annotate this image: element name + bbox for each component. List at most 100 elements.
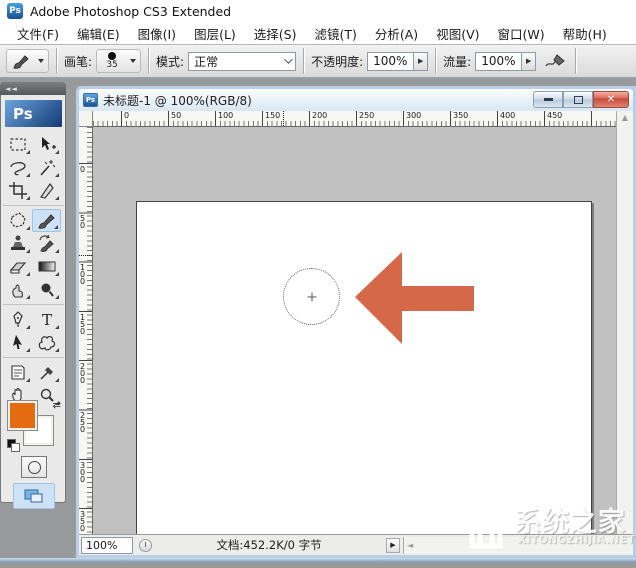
- horizontal-scrollbar[interactable]: ◄: [403, 537, 633, 554]
- brush-tool[interactable]: [32, 209, 61, 232]
- h-ruler-label: 150: [265, 112, 280, 120]
- h-ruler-label: 50: [171, 112, 181, 120]
- healing-brush-tool[interactable]: [3, 209, 32, 232]
- magic-wand-tool[interactable]: [32, 156, 61, 179]
- v-ruler-label: 150: [80, 314, 89, 335]
- menu-window[interactable]: 窗口(W): [489, 22, 554, 45]
- canvas[interactable]: [136, 201, 592, 545]
- blend-mode-select[interactable]: 正常: [188, 52, 296, 71]
- quick-mask-button[interactable]: [21, 456, 47, 478]
- app-icon: Ps: [7, 3, 23, 19]
- vertical-scrollbar[interactable]: ▲: [616, 111, 633, 534]
- status-options-button[interactable]: ▶: [386, 538, 400, 553]
- flow-input[interactable]: 100%: [475, 52, 521, 71]
- eraser-icon: [7, 257, 29, 276]
- panel-collapse-bar[interactable]: ◄◄: [0, 82, 66, 95]
- healing-patch-icon: [7, 211, 29, 230]
- brush-size-picker[interactable]: 35: [96, 49, 141, 73]
- restore-icon: [574, 96, 583, 104]
- rectangular-marquee-tool[interactable]: [3, 133, 32, 156]
- v-ruler-label: 100: [80, 264, 89, 285]
- smudge-finger-icon: [7, 280, 29, 299]
- separator: [575, 48, 576, 74]
- arrow-shape: [355, 252, 474, 344]
- magic-wand-icon: [36, 158, 58, 177]
- pasteboard: [93, 127, 616, 534]
- history-brush-tool[interactable]: [32, 232, 61, 255]
- scroll-up-icon[interactable]: ▲: [617, 113, 633, 122]
- tools-panel-body: Ps: [0, 95, 66, 503]
- clone-stamp-tool[interactable]: [3, 232, 32, 255]
- slice-tool[interactable]: [32, 179, 61, 202]
- separator: [303, 48, 304, 74]
- ruler-corner[interactable]: [79, 111, 93, 127]
- h-ruler-label: 200: [312, 112, 327, 120]
- tool-grid: T: [3, 133, 64, 407]
- flow-value: 100%: [481, 54, 515, 68]
- menu-image[interactable]: 图像(I): [129, 22, 185, 45]
- scroll-left-icon[interactable]: ◄: [407, 541, 413, 550]
- swap-colors-icon[interactable]: ⇄: [53, 400, 61, 411]
- custom-shape-tool[interactable]: [32, 331, 61, 354]
- restore-button[interactable]: [563, 91, 593, 108]
- eraser-tool[interactable]: [3, 255, 32, 278]
- zoom-input[interactable]: 100%: [81, 537, 133, 554]
- h-ruler-label: 400: [500, 112, 515, 120]
- svg-text:T: T: [42, 311, 52, 329]
- default-colors-icon[interactable]: [7, 439, 20, 452]
- brush-dot-icon: [108, 52, 116, 60]
- cursor-position-marker: [79, 255, 92, 256]
- close-button[interactable]: ✕: [593, 91, 629, 108]
- menu-layer[interactable]: 图层(L): [185, 22, 245, 45]
- path-selection-tool[interactable]: [3, 331, 32, 354]
- play-icon: ▶: [390, 541, 395, 549]
- foreground-color-swatch[interactable]: [8, 401, 37, 430]
- menu-filter[interactable]: 滤镜(T): [305, 22, 365, 45]
- dropdown-arrow-icon: [130, 59, 136, 63]
- lasso-tool[interactable]: [3, 156, 32, 179]
- menu-help[interactable]: 帮助(H): [554, 22, 616, 45]
- version-cue-icon: [139, 539, 152, 552]
- flow-slider-button[interactable]: ▶: [521, 52, 536, 71]
- notes-tool[interactable]: [3, 361, 32, 384]
- menu-file[interactable]: 文件(F): [8, 22, 68, 45]
- separator: [56, 48, 57, 74]
- blend-mode-value: 正常: [194, 53, 218, 70]
- cursor-position-marker: [283, 111, 284, 126]
- menu-view[interactable]: 视图(V): [427, 22, 488, 45]
- move-tool[interactable]: [32, 133, 61, 156]
- airbrush-toggle[interactable]: [544, 52, 568, 70]
- menu-edit[interactable]: 编辑(E): [68, 22, 129, 45]
- document-titlebar[interactable]: Ps 未标题-1 @ 100%(RGB/8) ✕: [79, 89, 633, 111]
- minimize-icon: [544, 98, 553, 101]
- brush-icon: [36, 211, 58, 230]
- eyedropper-tool[interactable]: [32, 361, 61, 384]
- tool-preset-picker[interactable]: [6, 49, 49, 73]
- menu-select[interactable]: 选择(S): [245, 22, 306, 45]
- tool-group-separator: [3, 354, 64, 358]
- screen-mode-button[interactable]: [13, 483, 55, 509]
- opacity-input[interactable]: 100%: [367, 52, 413, 71]
- h-ruler-label: 0: [124, 112, 129, 120]
- ps-logo: Ps: [5, 100, 62, 127]
- type-tool[interactable]: T: [32, 308, 61, 331]
- minimize-button[interactable]: [533, 91, 563, 108]
- brush-preview: 35: [101, 52, 123, 70]
- smudge-tool[interactable]: [3, 278, 32, 301]
- separator: [435, 48, 436, 74]
- color-swatches: ⇄: [7, 400, 61, 452]
- pen-tool[interactable]: [3, 308, 32, 331]
- tool-group-separator: [3, 301, 64, 305]
- dodge-tool[interactable]: [32, 278, 61, 301]
- opacity-slider-button[interactable]: ▶: [413, 52, 428, 71]
- opacity-label: 不透明度:: [311, 53, 363, 70]
- window-controls: ✕: [533, 91, 629, 108]
- menu-analysis[interactable]: 分析(A): [366, 22, 427, 45]
- screen-mode-icon: [21, 487, 47, 505]
- gradient-tool[interactable]: [32, 255, 61, 278]
- stamp-icon: [7, 234, 29, 253]
- dropdown-arrow-icon: [38, 59, 44, 63]
- crop-tool[interactable]: [3, 179, 32, 202]
- h-ruler-label: 250: [359, 112, 374, 120]
- h-ruler-label: 350: [453, 112, 468, 120]
